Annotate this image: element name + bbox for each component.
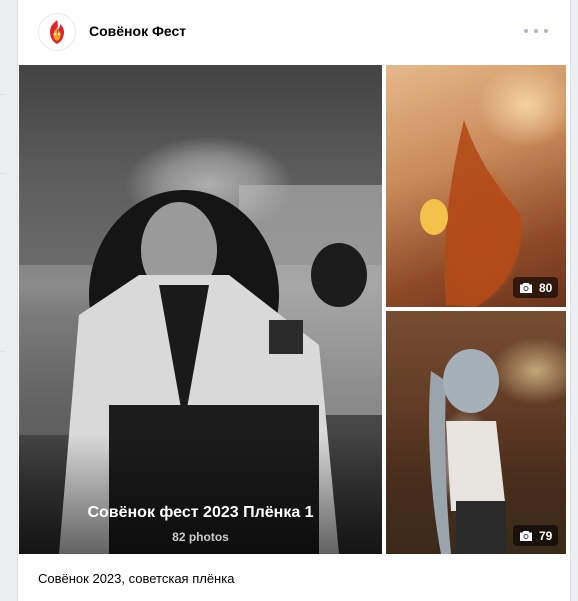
post-card: Совёнок Фест Совёнок фест 2023 Плёнка 1 …	[17, 0, 571, 601]
album-cover-photo[interactable]: Совёнок фест 2023 Плёнка 1 82 photos	[19, 65, 382, 554]
album-photo-2[interactable]	[386, 65, 566, 307]
flame-logo-icon	[50, 20, 64, 44]
photo-count-value: 79	[539, 528, 553, 543]
group-name[interactable]: Совёнок Фест	[89, 23, 186, 39]
photo-count-badge: 80	[513, 277, 559, 298]
avatar[interactable]	[38, 13, 76, 51]
photo-count-badge: 79	[513, 525, 559, 546]
post-header: Совёнок Фест	[18, 0, 570, 64]
photo-count-value: 80	[539, 280, 553, 295]
album-title[interactable]: Совёнок фест 2023 Плёнка 1	[19, 504, 382, 522]
girl-forest-photo-image	[386, 311, 566, 554]
post-caption: Совёнок 2023, советская плёнка	[38, 571, 235, 586]
fox-ear-photo-image	[420, 120, 522, 307]
album-photo-count: 82 photos	[172, 530, 229, 544]
camera-icon	[520, 530, 532, 541]
album-photo-3[interactable]	[386, 311, 566, 554]
page-left-edge	[0, 0, 4, 601]
more-options-button[interactable]	[524, 22, 548, 40]
camera-icon	[520, 282, 532, 293]
more-dots-icon	[524, 29, 528, 33]
